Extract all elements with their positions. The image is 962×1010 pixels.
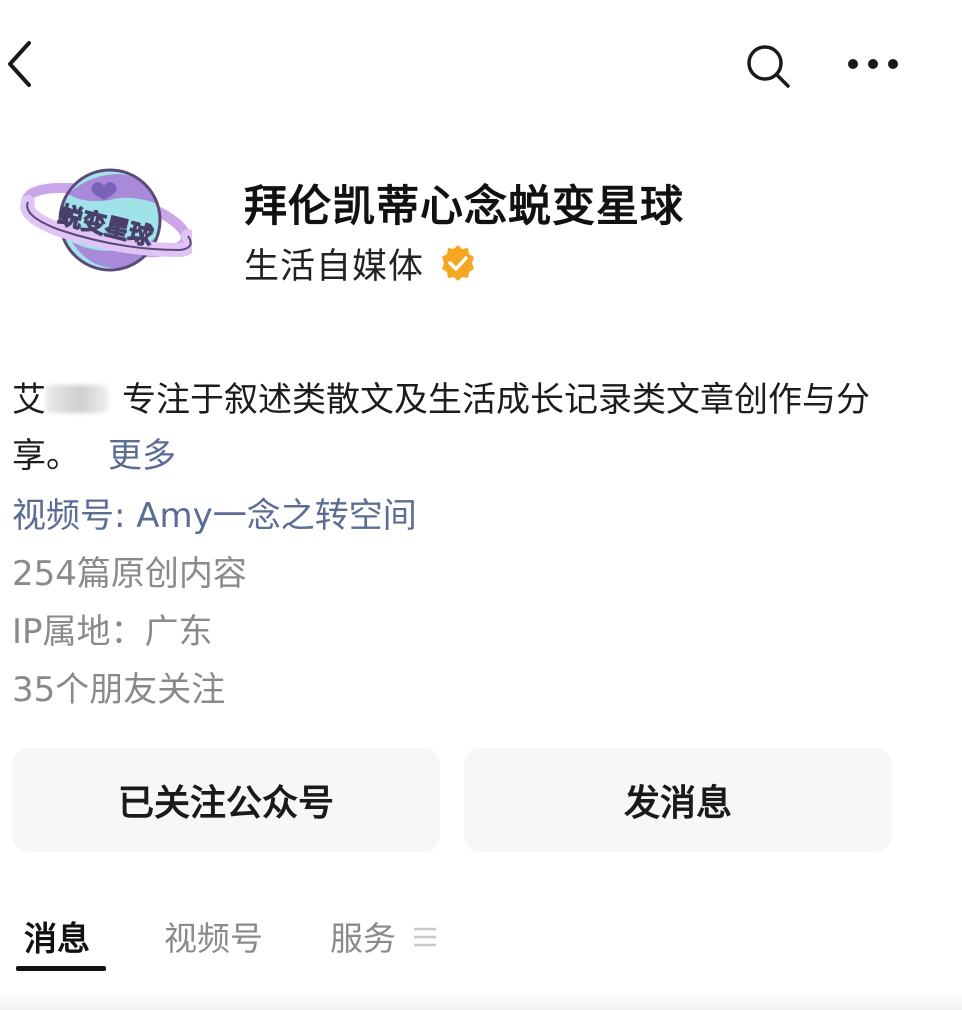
send-message-button[interactable]: 发消息 <box>464 748 892 852</box>
verified-badge-icon <box>438 243 478 283</box>
account-type-row: 生活自媒体 <box>244 240 478 287</box>
more-horizontal-icon <box>848 59 898 69</box>
tab-video-channel[interactable]: 视频号 <box>164 912 263 960</box>
followed-account-button[interactable]: 已关注公众号 <box>12 748 440 852</box>
friends-following-count[interactable]: 35个朋友关注 <box>12 662 225 711</box>
ip-location: IP属地：广东 <box>12 612 213 652</box>
official-account-profile-page: 蜕变星球 拜伦凯蒂心念蜕变星球 生活自媒体 艾专注于叙述类散文及生活成长记录类文… <box>0 0 962 1010</box>
search-button[interactable] <box>740 38 796 94</box>
bio-text: 艾专注于叙述类散文及生活成长记录类文章创作与分享。 更多 <box>12 372 902 484</box>
planet-logo-icon: 蜕变星球 <box>20 168 198 272</box>
account-name: 拜伦凯蒂心念蜕变星球 <box>244 182 684 232</box>
search-icon <box>747 45 790 88</box>
tab-messages[interactable]: 消息 <box>24 912 90 960</box>
chevron-left-icon <box>8 41 31 87</box>
bottom-divider <box>0 990 962 1010</box>
account-type: 生活自媒体 <box>244 246 425 287</box>
more-options-button[interactable] <box>842 38 904 90</box>
menu-icon[interactable] <box>412 924 438 950</box>
bio-prefix: 艾 <box>12 380 46 420</box>
video-channel-link[interactable]: 视频号: Amy一念之转空间 <box>12 488 417 537</box>
avatar[interactable]: 蜕变星球 <box>20 164 198 282</box>
bio-more-link[interactable]: 更多 <box>108 436 176 476</box>
tab-services[interactable]: 服务 <box>330 912 396 960</box>
back-button[interactable] <box>0 36 40 92</box>
active-tab-indicator <box>16 966 106 971</box>
redacted-text <box>46 385 108 413</box>
original-content-count: 254篇原创内容 <box>12 554 247 594</box>
